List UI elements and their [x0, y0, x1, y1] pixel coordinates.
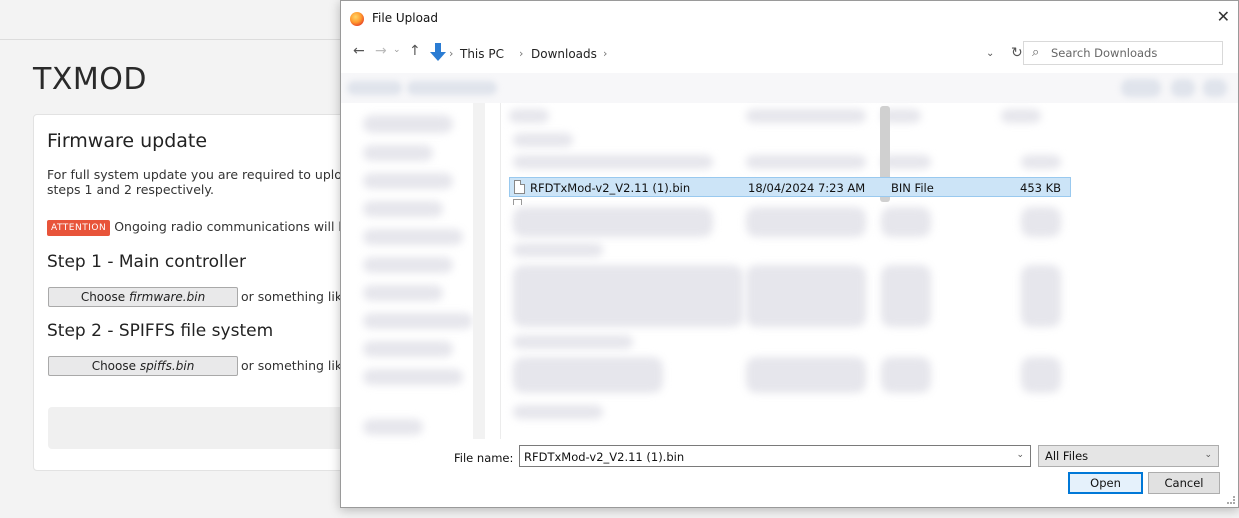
address-dropdown-icon[interactable]: ⌄ — [986, 48, 994, 59]
search-icon: ⌕ — [1032, 45, 1040, 60]
file-name-combobox[interactable]: ⌄ — [519, 445, 1031, 467]
choose-spiffs-filename: spiffs.bin — [139, 359, 195, 373]
navigation-pane-scrollbar[interactable] — [473, 103, 485, 439]
file-icon — [513, 199, 522, 205]
firmware-update-heading: Firmware update — [47, 130, 208, 152]
description-line-1: For full system update you are required … — [47, 167, 358, 182]
file-type-select[interactable]: All Files ⌄ — [1038, 445, 1219, 467]
navigation-pane[interactable] — [341, 103, 501, 439]
step-1-hint: or something like — [241, 289, 350, 304]
file-type-value: All Files — [1045, 449, 1089, 463]
dialog-toolbar-blurred — [341, 73, 1238, 103]
description-line-2: steps 1 and 2 respectively. — [47, 182, 214, 197]
breadcrumb-separator: › — [603, 47, 608, 60]
cancel-button[interactable]: Cancel — [1148, 472, 1220, 494]
open-button[interactable]: Open — [1068, 472, 1143, 494]
chevron-down-icon: ⌄ — [1204, 450, 1212, 460]
close-icon[interactable]: ✕ — [1217, 7, 1230, 26]
choose-spiffs-button[interactable]: Choose spiffs.bin — [48, 356, 238, 376]
breadcrumb-downloads[interactable]: Downloads — [531, 47, 597, 61]
file-name-input[interactable] — [524, 449, 1004, 464]
file-date-cell: 18/04/2024 7:23 AM — [748, 181, 866, 195]
file-type-cell: BIN File — [891, 181, 934, 195]
refresh-icon[interactable]: ↻ — [1011, 45, 1023, 61]
step-2-hint: or something like — [241, 358, 350, 373]
choose-firmware-button[interactable]: Choose firmware.bin — [48, 287, 238, 307]
search-box[interactable]: ⌕ — [1023, 41, 1223, 65]
recent-locations-chevron-icon[interactable]: ⌄ — [393, 45, 401, 55]
file-upload-dialog: File Upload ✕ ← → ⌄ ↑ › This PC › Downlo… — [340, 0, 1239, 508]
choose-spiffs-prefix: Choose — [91, 359, 140, 373]
attention-notice: ATTENTION Ongoing radio communications wi… — [47, 219, 354, 236]
upload-progress-area — [48, 407, 388, 449]
forward-arrow-icon[interactable]: → — [375, 43, 387, 59]
page-title: TXMOD — [33, 62, 147, 97]
step-1-title: Step 1 - Main controller — [47, 252, 246, 272]
selected-file-row[interactable]: RFDTxMod-v2_V2.11 (1).bin 18/04/2024 7:2… — [509, 177, 1071, 197]
download-arrow-icon — [430, 43, 446, 61]
breadcrumb-separator: › — [519, 47, 524, 60]
firmware-description: For full system update you are required … — [47, 167, 358, 197]
breadcrumb-this-pc[interactable]: This PC — [460, 47, 504, 61]
file-name-label: File name: — [454, 451, 514, 465]
dialog-title: File Upload — [372, 11, 438, 25]
attention-text: Ongoing radio communications will be — [114, 219, 355, 234]
resize-grip-icon[interactable] — [1227, 496, 1235, 504]
search-input[interactable] — [1051, 45, 1216, 61]
choose-firmware-prefix: Choose — [80, 290, 129, 304]
file-name-cell: RFDTxMod-v2_V2.11 (1).bin — [530, 181, 691, 195]
choose-firmware-filename: firmware.bin — [128, 290, 206, 304]
file-icon — [514, 180, 525, 194]
breadcrumb-separator: › — [449, 47, 454, 60]
chevron-down-icon[interactable]: ⌄ — [1016, 450, 1024, 460]
dialog-titlebar: File Upload ✕ — [341, 1, 1238, 35]
attention-badge: ATTENTION — [47, 219, 111, 236]
file-size-cell: 453 KB — [1020, 181, 1062, 195]
up-arrow-icon[interactable]: ↑ — [409, 43, 421, 59]
firefox-icon — [350, 12, 364, 26]
firmware-update-card: Firmware update For full system update y… — [33, 114, 393, 471]
step-2-title: Step 2 - SPIFFS file system — [47, 321, 274, 341]
back-arrow-icon[interactable]: ← — [353, 43, 365, 59]
file-list-area[interactable] — [501, 103, 1238, 439]
